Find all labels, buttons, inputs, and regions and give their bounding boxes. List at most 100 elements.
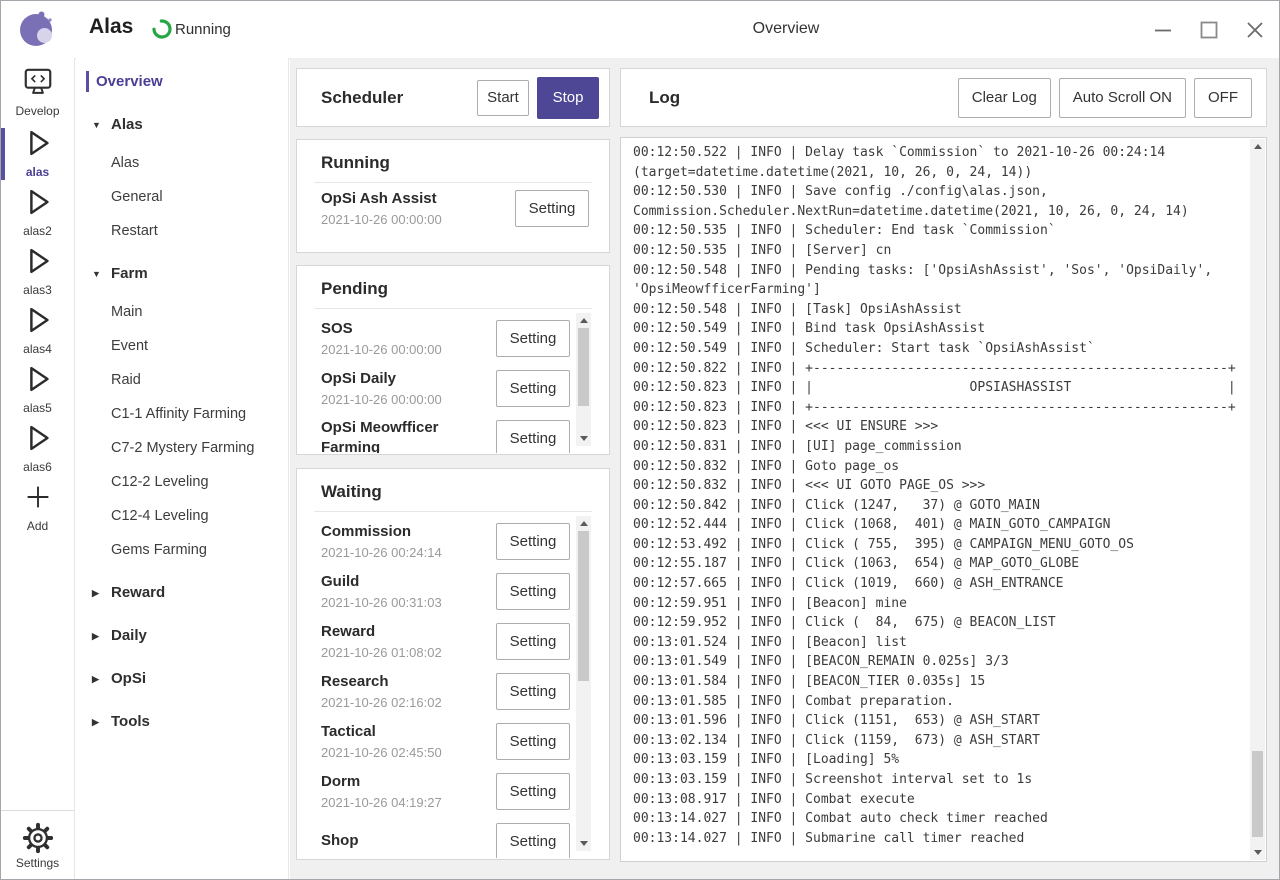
sidebar-item-label: alas4	[23, 343, 52, 355]
log-line: 00:12:50.831 | INFO | [UI] page_commissi…	[633, 437, 1248, 457]
log-line: 00:12:50.832 | INFO | Goto page_os	[633, 457, 1248, 477]
play-icon	[21, 303, 55, 342]
log-line: 00:12:50.549 | INFO | Bind task OpsiAshA…	[633, 319, 1248, 339]
minimize-icon[interactable]	[1153, 20, 1173, 40]
nav-item-overview[interactable]: Overview	[86, 71, 288, 92]
task-next-run-time: 2021-10-26 02:16:02	[321, 695, 481, 710]
task-row: OpSi Daily2021-10-26 00:00:00Setting	[297, 363, 576, 413]
log-line: 00:12:59.951 | INFO | [Beacon] mine	[633, 594, 1248, 614]
waiting-scrollbar[interactable]	[576, 516, 591, 851]
nav-item-c1-1-affinity-farming[interactable]: C1-1 Affinity Farming	[111, 404, 288, 424]
log-line: 'OpsiMeowfficerFarming']	[633, 280, 1248, 300]
task-info: Reward2021-10-26 01:08:02	[321, 622, 481, 660]
nav-item-gems-farming[interactable]: Gems Farming	[111, 540, 288, 560]
nav-item-general[interactable]: General	[111, 187, 288, 207]
task-next-run-time: 2021-10-26 00:31:03	[321, 595, 481, 610]
nav-section-farm[interactable]: ▼Farm	[92, 264, 288, 284]
task-row: Dorm2021-10-26 04:19:27Setting	[297, 766, 576, 816]
task-name: Dorm	[321, 772, 481, 792]
settings-label: Settings	[16, 856, 59, 870]
sidebar-item-alas5[interactable]: alas5	[1, 362, 74, 421]
setting-button[interactable]: Setting	[496, 573, 570, 610]
task-next-run-time: 2021-10-26 02:45:50	[321, 745, 481, 760]
nav-section-reward[interactable]: ▶Reward	[92, 583, 288, 603]
sidebar-item-develop[interactable]: Develop	[1, 67, 74, 126]
setting-button[interactable]: Setting	[515, 190, 589, 227]
log-line: 00:12:55.187 | INFO | Click (1063, 654) …	[633, 554, 1248, 574]
setting-button[interactable]: Setting	[496, 370, 570, 407]
sidebar-item-alas[interactable]: alas	[1, 126, 74, 185]
sidebar-item-alas4[interactable]: alas4	[1, 303, 74, 362]
nav-section-daily[interactable]: ▶Daily	[92, 626, 288, 646]
play-icon	[21, 244, 55, 283]
sidebar-item-add[interactable]: Add	[1, 480, 74, 539]
scroll-up-icon[interactable]	[576, 516, 591, 531]
task-name: Tactical	[321, 722, 481, 742]
scheduler-title: Scheduler	[321, 88, 477, 108]
sidebar-item-label: Add	[27, 520, 48, 532]
scroll-down-icon[interactable]	[576, 431, 591, 446]
scroll-down-icon[interactable]	[576, 836, 591, 851]
setting-button[interactable]: Setting	[496, 523, 570, 560]
play-icon	[21, 185, 55, 224]
scroll-up-icon[interactable]	[576, 313, 591, 328]
task-info: Tactical 2021-10-26 02:45:50	[321, 722, 481, 760]
log-line: 00:12:50.842 | INFO | Click (1247, 37) @…	[633, 496, 1248, 516]
nav-section-label: Alas	[111, 115, 143, 135]
nav-section-opsi[interactable]: ▶OpSi	[92, 669, 288, 689]
log-line: 00:12:50.522 | INFO | Delay task `Commis…	[633, 143, 1248, 163]
scrollbar-thumb[interactable]	[578, 531, 589, 681]
nav-item-restart[interactable]: Restart	[111, 221, 288, 241]
scrollbar-thumb[interactable]	[1252, 751, 1263, 837]
nav-item-c12-4-leveling[interactable]: C12-4 Leveling	[111, 506, 288, 526]
log-line: (target=datetime.datetime(2021, 10, 26, …	[633, 163, 1248, 183]
setting-button[interactable]: Setting	[496, 420, 570, 454]
maximize-icon[interactable]	[1199, 20, 1219, 40]
auto-scroll-off-button[interactable]: OFF	[1194, 78, 1252, 118]
app-window: Alas Running Overview Developalasalas2al…	[0, 0, 1280, 880]
nav-item-alas[interactable]: Alas	[111, 153, 288, 173]
nav-item-main[interactable]: Main	[111, 302, 288, 322]
setting-button[interactable]: Setting	[496, 723, 570, 760]
sidebar-item-label: alas6	[23, 461, 52, 473]
chevron-right-icon: ▶	[92, 669, 102, 689]
task-row: OpSi Meowfficer Farming Setting	[297, 413, 576, 453]
setting-button[interactable]: Setting	[496, 773, 570, 810]
setting-button[interactable]: Setting	[496, 673, 570, 710]
scroll-up-icon[interactable]	[1250, 139, 1265, 154]
task-row: SOS2021-10-26 00:00:00Setting	[297, 313, 576, 363]
nav-item-raid[interactable]: Raid	[111, 370, 288, 390]
log-line: 00:12:52.444 | INFO | Click (1068, 401) …	[633, 515, 1248, 535]
pending-scrollbar[interactable]	[576, 313, 591, 446]
running-task-list: OpSi Ash Assist2021-10-26 00:00:00Settin…	[297, 183, 609, 227]
nav-section-tools[interactable]: ▶Tools	[92, 712, 288, 732]
nav-item-event[interactable]: Event	[111, 336, 288, 356]
app-title: Alas	[89, 15, 133, 39]
nav-item-c7-2-mystery-farming[interactable]: C7-2 Mystery Farming	[111, 438, 288, 458]
log-line: 00:12:50.823 | INFO | | OPSIASHASSIST |	[633, 378, 1248, 398]
alas-logo-icon	[17, 9, 57, 49]
nav-section-alas[interactable]: ▼Alas	[92, 115, 288, 135]
setting-button[interactable]: Setting	[496, 623, 570, 660]
sidebar-item-alas3[interactable]: alas3	[1, 244, 74, 303]
sidebar-item-label: alas3	[23, 284, 52, 296]
task-info: OpSi Meowfficer Farming	[321, 418, 481, 453]
setting-button[interactable]: Setting	[496, 320, 570, 357]
sidebar-item-alas6[interactable]: alas6	[1, 421, 74, 480]
close-icon[interactable]	[1245, 20, 1265, 40]
stop-button[interactable]: Stop	[537, 77, 599, 119]
start-button[interactable]: Start	[477, 80, 529, 116]
play-icon	[21, 421, 55, 460]
gear-icon	[22, 822, 54, 854]
sidebar-item-alas2[interactable]: alas2	[1, 185, 74, 244]
nav-item-c12-2-leveling[interactable]: C12-2 Leveling	[111, 472, 288, 492]
scrollbar-thumb[interactable]	[578, 328, 589, 406]
auto-scroll-on-button[interactable]: Auto Scroll ON	[1059, 78, 1186, 118]
log-scrollbar[interactable]	[1250, 139, 1265, 860]
sidebar-item-settings[interactable]: Settings	[1, 810, 74, 879]
scroll-down-icon[interactable]	[1250, 845, 1265, 860]
sidebar-item-label: alas	[26, 166, 49, 178]
clear-log-button[interactable]: Clear Log	[958, 78, 1051, 118]
setting-button[interactable]: Setting	[496, 823, 570, 859]
waiting-title: Waiting	[297, 469, 609, 511]
